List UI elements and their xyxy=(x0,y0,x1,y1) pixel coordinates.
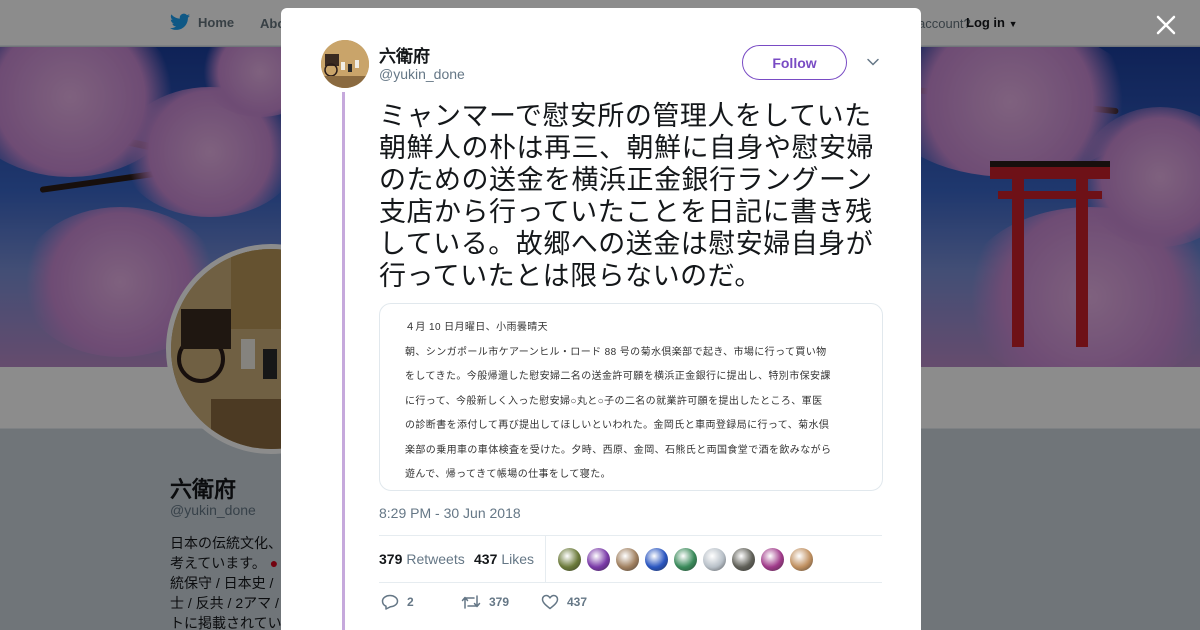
stats-divider xyxy=(545,536,546,583)
author-avatar-illustration xyxy=(321,40,369,88)
close-icon xyxy=(1156,15,1176,35)
tweet-text: ミャンマーで慰安所の管理人をしていた朝鮮人の朴は再三、朝鮮に自身や慰安婦のための… xyxy=(379,101,874,291)
tweet-media-image[interactable]: ４月 10 日月曜日、小雨曇晴天 朝、シンガポール市ケアーンヒル・ロード 88 … xyxy=(379,303,883,491)
like-button[interactable]: 437 xyxy=(541,594,587,610)
liker-avatar[interactable] xyxy=(702,547,727,572)
reply-button[interactable]: 2 xyxy=(381,594,414,610)
tweet-timestamp[interactable]: 8:29 PM - 30 Jun 2018 xyxy=(379,505,521,521)
heart-icon xyxy=(541,594,559,610)
reply-count: 2 xyxy=(407,595,414,609)
retweets-stat[interactable]: 379 Retweets xyxy=(379,551,465,567)
liker-avatar[interactable] xyxy=(789,547,814,572)
media-text-line: 朝、シンガポール市ケアーンヒル・ロード 88 号の菊水倶楽部で起き、市場に行って… xyxy=(405,347,827,358)
tweet-actions: 2 379 437 xyxy=(379,594,882,618)
follow-button[interactable]: Follow xyxy=(742,45,847,80)
like-action-count: 437 xyxy=(567,595,588,609)
likes-label: Likes xyxy=(501,551,535,567)
liker-avatars xyxy=(557,547,814,572)
liker-avatar[interactable] xyxy=(557,547,582,572)
liker-avatar[interactable] xyxy=(673,547,698,572)
tweet-stats: 379 Retweets 437 Likes xyxy=(379,535,882,583)
media-text-line: 遊んで、帰ってきて帳場の仕事をして寝た。 xyxy=(405,469,611,480)
likes-count: 437 xyxy=(474,551,498,567)
retweet-icon xyxy=(461,595,481,609)
tweet-author-handle[interactable]: @yukin_done xyxy=(379,66,465,82)
liker-avatar[interactable] xyxy=(586,547,611,572)
chevron-down-icon[interactable] xyxy=(865,54,881,70)
retweet-action-count: 379 xyxy=(489,595,510,609)
media-text-line: に行って、今般新しく入った慰安婦○丸と○子の二名の就業許可願を提出したところ、軍… xyxy=(405,396,823,407)
media-text-line: ４月 10 日月曜日、小雨曇晴天 xyxy=(405,322,549,333)
close-button[interactable] xyxy=(1152,11,1180,39)
liker-avatar[interactable] xyxy=(731,547,756,572)
media-text-line: の診断書を添付して再び提出してほしいといわれた。金岡氏と車両登録局に行って、菊水… xyxy=(405,420,830,431)
retweet-button[interactable]: 379 xyxy=(461,594,509,610)
retweets-label: Retweets xyxy=(406,551,465,567)
media-text-line: をしてきた。今般帰還した慰安婦二名の送金許可願を横浜正金銀行に提出し、特別市保安… xyxy=(405,371,831,382)
tweet-author-name[interactable]: 六衛府 xyxy=(379,42,430,67)
reply-icon xyxy=(381,594,399,610)
tweet-modal: 六衛府 @yukin_done Follow ミャンマーで慰安所の管理人をしてい… xyxy=(281,8,921,630)
liker-avatar[interactable] xyxy=(615,547,640,572)
retweets-count: 379 xyxy=(379,551,403,567)
likes-stat[interactable]: 437 Likes xyxy=(474,551,534,567)
media-text-line: 楽部の乗用車の車体検査を受けた。夕時、西原、金岡、石熊氏と両国食堂で酒を飲みなが… xyxy=(405,445,832,456)
liker-avatar[interactable] xyxy=(644,547,669,572)
tweet-author-avatar[interactable] xyxy=(321,40,369,88)
thread-line xyxy=(342,92,345,630)
liker-avatar[interactable] xyxy=(760,547,785,572)
